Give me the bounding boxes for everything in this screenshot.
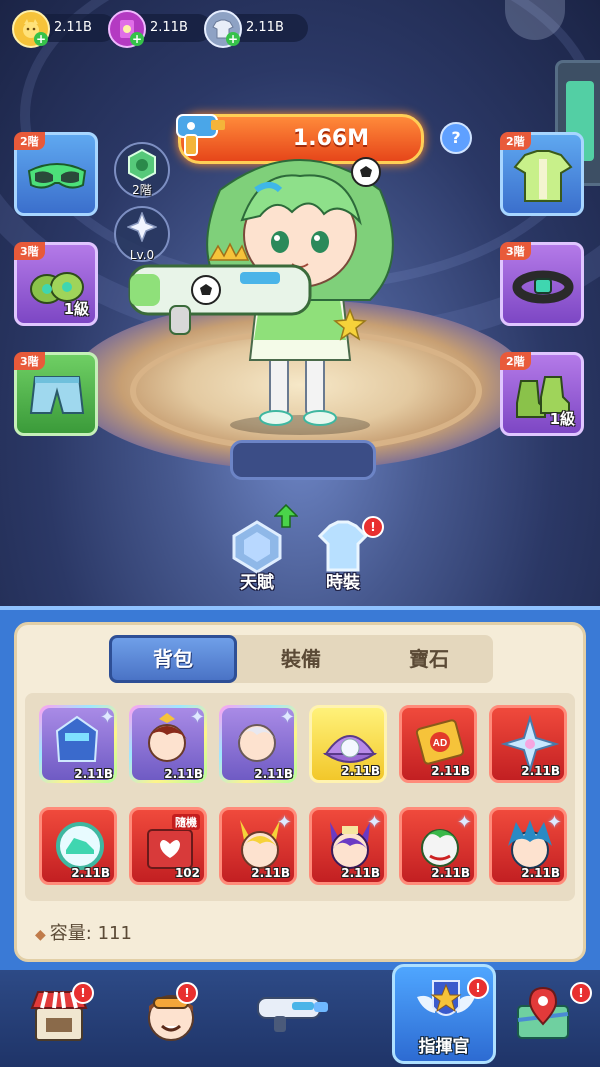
skin-label: 時裝 [326,573,360,593]
inventory-item[interactable]: ✦ 2.11B [219,807,297,885]
item-quantity: 2.11B [341,866,380,880]
belt-icon [512,270,574,304]
tier-badge: 2階 [500,132,531,150]
slot-level: 1級 [63,300,89,318]
item-quantity: 102 [174,866,200,880]
blaster-icon [257,997,328,1032]
currency-value: 2.11B [150,20,188,35]
mecha-hero-icon [55,715,99,762]
currency-shirt-token[interactable]: + 2.11B [204,10,308,48]
currency-cat-coin[interactable]: + 2.11B [12,10,116,48]
equip-slot-shorts[interactable]: 3階 [14,352,98,436]
tier-badge: 3階 [14,352,45,370]
item-quantity: 2.11B [251,866,290,880]
star-icon: ✦ [189,707,205,728]
inventory-item[interactable]: 2.11B [309,705,387,783]
slot-level: 1級 [549,410,575,428]
currency-value: 2.11B [54,20,92,35]
shorts-icon [29,376,85,414]
star-icon: ✦ [276,812,292,833]
inventory-item[interactable]: ✦ 2.11B [39,705,117,783]
inventory-item[interactable]: AD 2.11B [399,705,477,783]
equip-slot-jersey[interactable]: 2階 [500,132,584,216]
item-quantity: 2.11B [164,767,203,781]
nav-commander[interactable]: ! 指揮官 [392,964,496,1064]
tab-gems[interactable]: 寶石 [365,635,493,683]
add-cat-coin-icon[interactable]: + [34,32,48,46]
inventory-item[interactable]: ✦ 2.11B [129,705,207,783]
tab-equipment[interactable]: 裝備 [237,635,365,683]
star-icon: ✦ [279,707,295,728]
random-tag: 隨機 [172,814,200,830]
talent-crystal-icon [232,520,282,574]
inventory-item[interactable]: 2.11B [489,705,567,783]
diamond-icon: ◆ [35,927,46,943]
item-quantity: 2.11B [431,866,470,880]
star-icon: ✦ [366,812,382,833]
talent-label: 天賦 [240,573,274,593]
add-book-icon[interactable]: + [130,32,144,46]
tier-badge: 3階 [14,242,45,260]
tier-badge: 3階 [500,242,531,260]
star-icon: ✦ [546,812,562,833]
silver-hair-hero-icon [237,724,277,762]
inventory-panel: 背包 裝備 寶石 ✦ 2.11B ✦ 2.11B ✦ 2.11B 2.11B A… [14,622,586,962]
star-icon: ✦ [99,707,115,728]
map-notification-badge: ! [570,982,592,1004]
inventory-item[interactable]: 2.11B [39,807,117,885]
inventory-tabs: 背包 裝備 寶石 [109,635,493,683]
inventory-item[interactable]: ✦ 2.11B [309,807,387,885]
equip-slot-gloves[interactable]: 3階 1級 [14,242,98,326]
commander-label: 指揮官 [418,1037,470,1057]
capacity-row: ◆ 容量: 111 [35,919,132,945]
tier-badge: 2階 [14,132,45,150]
commander-notification-badge: ! [467,977,489,999]
hero-character [128,157,394,435]
jersey-icon [513,150,573,202]
svg-text:AD: AD [433,738,447,749]
inventory-item[interactable]: 隨機 102 [129,807,207,885]
equip-slot-boots[interactable]: 2階 1級 [500,352,584,436]
nav-weapon[interactable] [246,978,346,1063]
map-icon [517,986,569,1039]
upgrade-arrow-icon [274,504,298,528]
skin-button[interactable]: ! 時裝 [308,510,384,593]
inventory-panel-frame: 背包 裝備 寶石 ✦ 2.11B ✦ 2.11B ✦ 2.11B 2.11B A… [0,606,600,974]
add-shirt-token-icon[interactable]: + [226,32,240,46]
item-quantity: 2.11B [71,866,110,880]
item-quantity: 2.11B [521,764,560,778]
talent-button[interactable]: 天賦 [222,504,298,593]
inventory-item[interactable]: ✦ 2.11B [219,705,297,783]
nav-shop[interactable]: ! [8,978,108,1063]
currency-value: 2.11B [246,20,284,35]
shop-notification-badge: ! [72,982,94,1004]
bottom-nav: ! ! ! 指揮官 ! [0,964,600,1067]
item-quantity: 2.11B [431,764,470,778]
star-icon: ✦ [456,812,472,833]
goggles-icon [27,163,87,189]
pilot-notification-badge: ! [176,982,198,1004]
stage-pedestal [230,440,376,480]
currency-book[interactable]: + 2.11B [108,10,212,48]
equip-slot-belt[interactable]: 3階 [500,242,584,326]
item-quantity: 2.11B [254,767,293,781]
warrior-hero-icon [147,713,187,762]
item-quantity: 2.11B [341,764,380,778]
tier-badge: 2階 [500,352,531,370]
nav-pilot[interactable]: ! [120,978,220,1063]
nav-map[interactable]: ! [500,978,600,1063]
tab-backpack[interactable]: 背包 [109,635,237,683]
capacity-label: 容量: 111 [49,923,132,944]
inventory-item[interactable]: ✦ 2.11B [399,807,477,885]
skin-notification-badge: ! [362,516,384,538]
inventory-item[interactable]: ✦ 2.11B [489,807,567,885]
equip-slot-goggles[interactable]: 2階 [14,132,98,216]
item-quantity: 2.11B [521,866,560,880]
item-quantity: 2.11B [74,767,113,781]
